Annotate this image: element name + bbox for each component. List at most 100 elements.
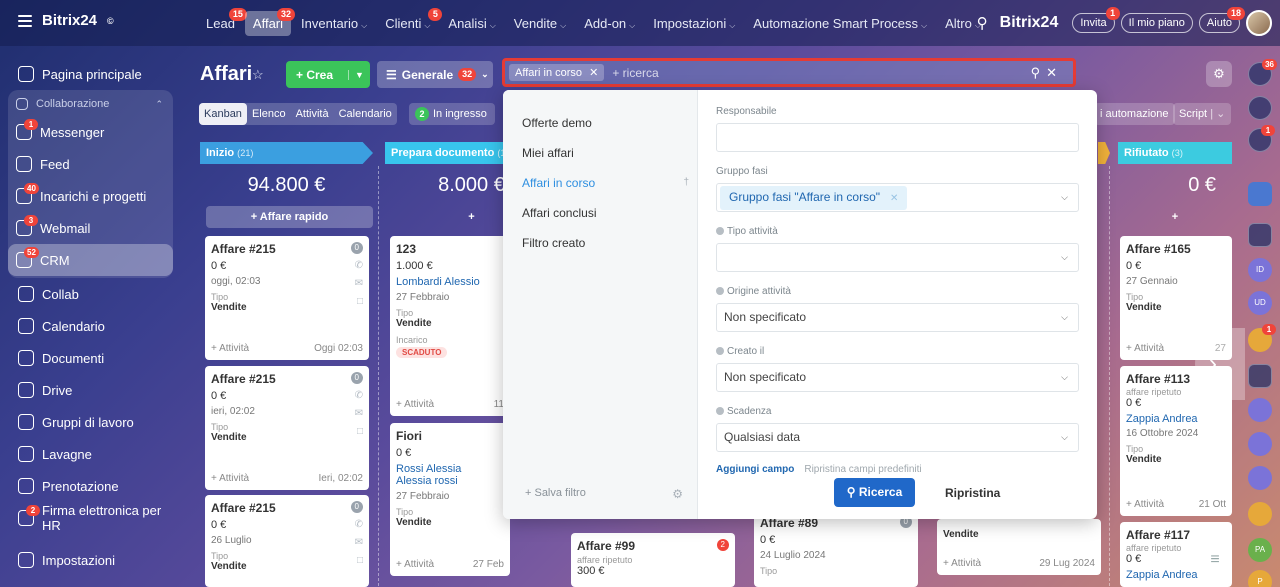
gear-icon[interactable]: ⚙	[672, 487, 683, 501]
sidebar-item-lavagne[interactable]: Lavagne	[0, 438, 183, 470]
tab-attività[interactable]: Attività	[291, 103, 334, 125]
tasks-icon[interactable]	[1248, 223, 1272, 247]
deal-title[interactable]: Fiori	[396, 429, 504, 443]
automation-button[interactable]: i automazione	[1094, 103, 1175, 125]
deal-contact[interactable]: Alessia rossi	[396, 475, 504, 487]
menu-icon[interactable]	[18, 14, 32, 27]
drag-handle-icon[interactable]	[716, 227, 724, 235]
filter-preset[interactable]: Miei affari	[503, 138, 697, 168]
created-field[interactable]: Non specificato ⌵	[716, 363, 1079, 392]
column-header[interactable]: Inizio (21)	[200, 142, 373, 164]
sidebar-item-collab[interactable]: Collab	[0, 278, 183, 310]
chat-icon[interactable]: 1	[1248, 125, 1275, 152]
deal-contact[interactable]: Lombardi Alessio	[396, 276, 504, 288]
deal-title[interactable]: Affare #117	[1126, 528, 1226, 542]
chevron-down-icon[interactable]: ⌵	[1061, 184, 1068, 211]
add-activity-link[interactable]: + Attività	[211, 473, 249, 484]
restore-fields-link[interactable]: Ripristina campi predefiniti	[804, 464, 921, 475]
sidebar-item-gruppi-di-lavoro[interactable]: Gruppi di lavoro	[0, 406, 183, 438]
add-activity-link[interactable]: + Attività	[396, 399, 434, 410]
deadline-field[interactable]: Qualsiasi data ⌵	[716, 423, 1079, 452]
nav-item-affari[interactable]: Affari 32	[244, 7, 296, 36]
add-activity-link[interactable]: + Attività	[1126, 343, 1164, 354]
sidebar-item-documenti[interactable]: Documenti	[0, 342, 183, 374]
sidebar-item-feed[interactable]: Feed	[8, 148, 173, 180]
search-icon[interactable]: ⚲	[977, 14, 988, 32]
pipeline-selector[interactable]: ☰ Generale 32 ⌄	[377, 61, 493, 88]
search-button[interactable]: ⚲ Ricerca	[834, 478, 915, 507]
sidebar-item-calendario[interactable]: Calendario	[0, 310, 183, 342]
nav-item-vendite[interactable]: Vendite ⌵	[506, 11, 574, 36]
phone-icon[interactable]: ✆	[355, 519, 363, 530]
deal-card[interactable]: Affare #215 0 0 € oggi, 02:03 Tipo Vendit…	[205, 236, 369, 360]
plan-button[interactable]: Il mio piano	[1120, 13, 1193, 33]
drag-handle-icon[interactable]	[716, 287, 724, 295]
chevron-down-icon[interactable]: ⌵	[1061, 364, 1068, 391]
logo[interactable]: Bitrix24 ©	[18, 12, 114, 29]
menu-lines-icon[interactable]: ≡	[1198, 543, 1232, 577]
bookmark-icon[interactable]	[1248, 182, 1272, 206]
incoming-button[interactable]: 2 In ingresso	[409, 103, 495, 125]
nav-item-lead[interactable]: Lead 15	[198, 7, 247, 36]
chevron-down-icon[interactable]: ▼	[348, 69, 370, 80]
phone-icon[interactable]: ✆	[355, 390, 363, 401]
group-icon[interactable]	[1248, 502, 1272, 526]
filter-preset[interactable]: Filtro creato	[503, 228, 697, 258]
sidebar-item-incarichi-e-progetti[interactable]: Incarichi e progetti 40	[8, 180, 173, 212]
create-button[interactable]: + Crea ▼	[286, 61, 370, 88]
copilot-icon[interactable]	[1248, 96, 1272, 120]
sidebar-item-drive[interactable]: Drive	[0, 374, 183, 406]
notifications-icon[interactable]: 36	[1248, 59, 1277, 86]
chat-icon[interactable]: □	[357, 426, 363, 437]
nav-item-add-on[interactable]: Add-on ⌵	[576, 11, 643, 36]
add-activity-link[interactable]: + Attività	[396, 559, 434, 570]
avatar-initials[interactable]: UD	[1248, 291, 1272, 315]
add-field-link[interactable]: Aggiungi campo	[716, 464, 794, 475]
filter-preset[interactable]: Affari conclusi	[503, 198, 697, 228]
activity-type-field[interactable]: ⌵	[716, 243, 1079, 272]
sidebar-item-home[interactable]: Pagina principale	[0, 58, 183, 90]
mail-icon[interactable]: ✉	[355, 408, 363, 419]
deal-card[interactable]: Affare #215 0 0 € ieri, 02:02 Tipo Vendit…	[205, 366, 369, 490]
group-icon[interactable]	[1248, 398, 1272, 422]
chevron-up-icon[interactable]: ⌃	[155, 99, 163, 110]
nav-item-automazione-smart-process[interactable]: Automazione Smart Process ⌵	[745, 11, 935, 36]
clear-icon[interactable]: ✕	[1046, 65, 1063, 80]
sidebar-item-webmail[interactable]: Webmail 3	[8, 212, 173, 244]
filter-search-bar[interactable]: Affari in corso ✕ + ricerca ⚲✕	[502, 58, 1076, 87]
avatar[interactable]: 1	[1248, 324, 1276, 352]
tab-elenco[interactable]: Elenco	[247, 103, 291, 125]
deal-card[interactable]: Fiori 0 € Rossi Alessia Alessia rossi 27…	[390, 423, 510, 576]
deal-card[interactable]: Affare #215 0 0 € 26 Luglio Tipo Vendite …	[205, 495, 369, 587]
save-filter-button[interactable]: + Salva filtro	[525, 487, 586, 499]
group-icon[interactable]	[1248, 432, 1272, 456]
collab-group-header[interactable]: Collaborazione ⌃	[8, 92, 173, 116]
add-activity-link[interactable]: + Attività	[211, 343, 249, 354]
nav-item-clienti[interactable]: Clienti ⌵ 5	[377, 7, 443, 36]
sidebar-item-impostazioni[interactable]: Impostazioni	[0, 544, 183, 576]
activity-origin-field[interactable]: Non specificato ⌵	[716, 303, 1079, 332]
tab-kanban[interactable]: Kanban	[199, 103, 247, 125]
nav-item-analisi[interactable]: Analisi ⌵	[440, 11, 503, 36]
sidebar-item-firma-elettronica-per-hr[interactable]: Firma elettronica per HR 2	[0, 502, 183, 534]
help-button[interactable]: Aiuto 18	[1198, 7, 1245, 33]
add-activity-link[interactable]: + Attività	[943, 558, 981, 569]
deal-card[interactable]: Vendite + Attività 29 Lug 2024	[937, 519, 1101, 575]
avatar-initials[interactable]: P	[1248, 570, 1272, 587]
close-icon[interactable]: ✕	[589, 67, 598, 79]
settings-gear-button[interactable]: ⚙	[1206, 61, 1232, 87]
chevron-down-icon[interactable]: ⌵	[1061, 244, 1068, 271]
chevron-down-icon[interactable]: ⌵	[1061, 424, 1068, 451]
script-button[interactable]: Script | ⌄	[1173, 103, 1232, 125]
deal-title[interactable]: 123	[396, 242, 504, 256]
chevron-down-icon[interactable]: ⌵	[1061, 304, 1068, 331]
stage-chip[interactable]: Gruppo fasi "Affare in corso" ✕	[720, 186, 908, 210]
filter-preset[interactable]: Offerte demo	[503, 108, 697, 138]
drag-handle-icon[interactable]	[716, 347, 724, 355]
sidebar-item-prenotazione[interactable]: Prenotazione	[0, 470, 183, 502]
deal-contact[interactable]: Rossi Alessia	[396, 463, 504, 475]
search-input[interactable]: + ricerca	[612, 66, 1030, 80]
pin-icon[interactable]: †	[683, 168, 689, 198]
quick-add-button[interactable]: +	[1118, 206, 1232, 228]
responsible-field[interactable]	[716, 123, 1079, 152]
